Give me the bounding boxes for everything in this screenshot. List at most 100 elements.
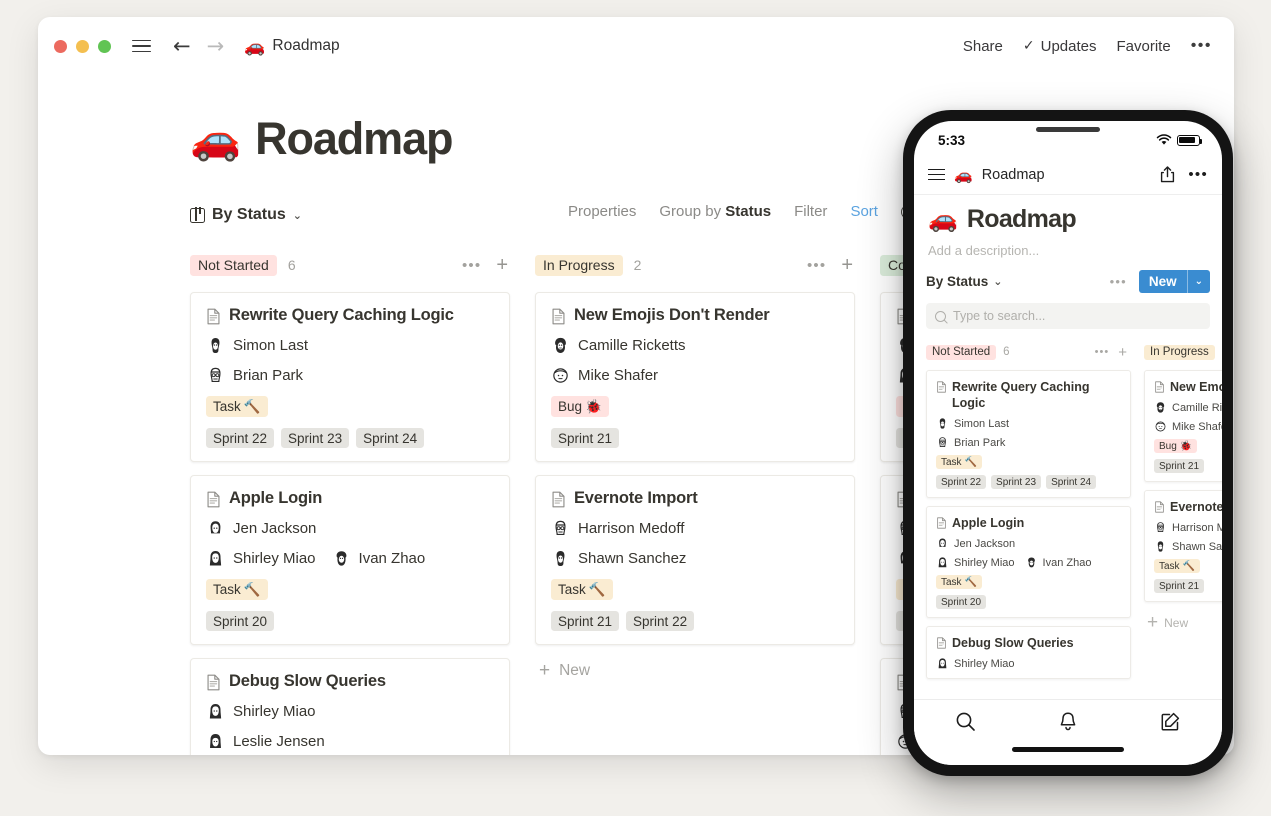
avatar [206,702,225,721]
sidebar-toggle-icon[interactable] [132,39,151,53]
card-type-tag[interactable]: Task🔨 [1154,559,1201,573]
car-icon[interactable]: 🚗 [190,118,241,160]
group-by-button[interactable]: Group by Status [659,203,771,220]
card-person[interactable]: Simon Last [936,417,1009,430]
column-add-icon[interactable]: + [496,255,508,275]
card-sprint-tag[interactable]: Sprint 23 [991,475,1042,489]
card-person[interactable]: Harrison Medoff [551,519,684,538]
column-status-badge[interactable]: Not Started [190,254,277,276]
phone-search-input[interactable]: Type to search... [926,303,1210,329]
phone-new-button[interactable]: New ⌄ [1138,270,1210,293]
phone-search-tab[interactable] [955,711,976,737]
card-sprint-tag[interactable]: Sprint 23 [281,428,350,448]
phone-notifications-tab[interactable] [1058,711,1078,737]
column-status-badge[interactable]: In Progress [1144,344,1215,360]
column-more-icon[interactable]: ••• [462,257,481,274]
kanban-card[interactable]: Debug Slow Queries Shirley Miao [926,626,1131,679]
card-person[interactable]: Brian Park [936,436,1005,449]
column-status-badge[interactable]: Not Started [926,344,997,360]
card-sprint-tag[interactable]: Sprint 24 [356,428,425,448]
card-person[interactable]: Leslie Jensen [206,732,325,751]
person-name: Ivan Zhao [358,550,426,567]
card-sprint-tag[interactable]: Sprint 21 [551,428,620,448]
card-sprint-tag[interactable]: Sprint 22 [206,428,275,448]
card-person[interactable]: Simon Last [206,336,308,355]
card-people-row: Shawn Sanchez [551,549,839,568]
close-window-button[interactable] [54,39,67,53]
card-type-tag[interactable]: Bug🐞 [1154,439,1198,453]
card-person[interactable]: Harrison Medoff [1154,521,1222,534]
kanban-card[interactable]: Rewrite Query Caching Logic Simon Last Bri… [190,292,510,462]
phone-view-tab[interactable]: By Status ⌄ [926,274,1003,289]
kanban-card[interactable]: Apple Login Jen Jackson Shirley Miao Ivan Z… [926,506,1131,618]
card-type-tag[interactable]: Task🔨 [936,455,983,469]
kanban-card[interactable]: Rewrite Query Caching Logic Simon Last Bri… [926,370,1131,498]
kanban-card[interactable]: Apple Login Jen Jackson Shirley Miao Ivan Z… [190,475,510,645]
card-type-tag[interactable]: Task🔨 [936,575,983,589]
column-add-icon[interactable]: + [1118,345,1127,360]
card-person[interactable]: Shawn Sanchez [551,549,686,568]
phone-compose-tab[interactable] [1160,711,1181,737]
card-person[interactable]: Jen Jackson [936,537,1015,550]
card-sprint-tag[interactable]: Sprint 21 [551,611,620,631]
column-new-card-button[interactable]: + New [535,661,855,680]
card-person[interactable]: Ivan Zhao [332,549,426,568]
column-more-icon[interactable]: ••• [1095,346,1110,358]
view-tab-by-status[interactable]: By Status ⌄ [190,206,302,224]
kanban-card[interactable]: New Emojis Don't Render Camille Ricketts M… [1144,370,1222,482]
card-type-tags: Task🔨 [936,455,1121,469]
card-person[interactable]: Ivan Zhao [1024,556,1091,569]
card-person[interactable]: Mike Shafer [551,366,658,385]
phone-description-placeholder[interactable]: Add a description... [914,243,1222,258]
card-sprint-tag[interactable]: Sprint 24 [1046,475,1097,489]
card-person[interactable]: Jen Jackson [206,519,316,538]
breadcrumb[interactable]: 🚗 Roadmap [244,37,339,55]
kanban-card[interactable]: Debug Slow Queries Shirley Miao Leslie Jen… [190,658,510,755]
kanban-card[interactable]: New Emojis Don't Render Camille Ricketts M… [535,292,855,462]
minimize-window-button[interactable] [76,39,89,53]
sort-button[interactable]: Sort [850,203,878,220]
share-button[interactable]: Share [963,38,1003,55]
card-title: New Emojis Don't Render [1154,379,1222,395]
card-person[interactable]: Shawn Sanchez [1154,540,1222,553]
card-type-tag[interactable]: Task🔨 [551,579,613,600]
card-person[interactable]: Camille Ricketts [1154,401,1222,414]
person-name: Camille Ricketts [578,337,686,354]
card-type-tag[interactable]: Task🔨 [206,396,268,417]
phone-view-more-icon[interactable]: ••• [1110,274,1127,289]
card-person[interactable]: Brian Park [206,366,303,385]
kanban-card[interactable]: Evernote Import Harrison Medoff Shawn Sanc… [1144,490,1222,602]
column-status-badge[interactable]: In Progress [535,254,623,276]
updates-button[interactable]: ✓ Updates [1023,38,1097,55]
card-sprint-tag[interactable]: Sprint 22 [626,611,695,631]
card-sprint-tag[interactable]: Sprint 20 [936,595,987,609]
more-options-icon[interactable]: ••• [1191,37,1212,55]
card-person[interactable]: Shirley Miao [936,556,1015,569]
maximize-window-button[interactable] [98,39,111,53]
card-type-tag[interactable]: Bug🐞 [551,396,609,417]
phone-more-icon[interactable]: ••• [1188,166,1208,183]
phone-menu-icon[interactable] [928,168,945,181]
properties-button[interactable]: Properties [568,203,636,220]
card-type-tag[interactable]: Task🔨 [206,579,268,600]
card-person[interactable]: Camille Ricketts [551,336,686,355]
card-sprint-tag[interactable]: Sprint 21 [1154,459,1205,473]
column-new-card-button[interactable]: + New [1144,613,1222,632]
card-sprint-tag[interactable]: Sprint 20 [206,611,275,631]
filter-button[interactable]: Filter [794,203,827,220]
card-person[interactable]: Shirley Miao [936,657,1015,670]
back-arrow-icon[interactable]: ← [173,35,191,57]
share-icon[interactable] [1160,166,1175,183]
card-sprint-tag[interactable]: Sprint 21 [1154,579,1205,593]
person-name: Shirley Miao [954,556,1015,569]
card-title-text: Apple Login [952,516,1025,530]
column-add-icon[interactable]: + [841,255,853,275]
card-person[interactable]: Shirley Miao [206,549,316,568]
favorite-button[interactable]: Favorite [1117,38,1171,55]
card-person[interactable]: Mike Shafer [1154,420,1222,433]
card-person[interactable]: Shirley Miao [206,702,316,721]
forward-arrow-icon[interactable]: → [207,35,225,57]
kanban-card[interactable]: Evernote Import Harrison Medoff Shawn Sanc… [535,475,855,645]
column-more-icon[interactable]: ••• [807,257,826,274]
card-sprint-tag[interactable]: Sprint 22 [936,475,987,489]
